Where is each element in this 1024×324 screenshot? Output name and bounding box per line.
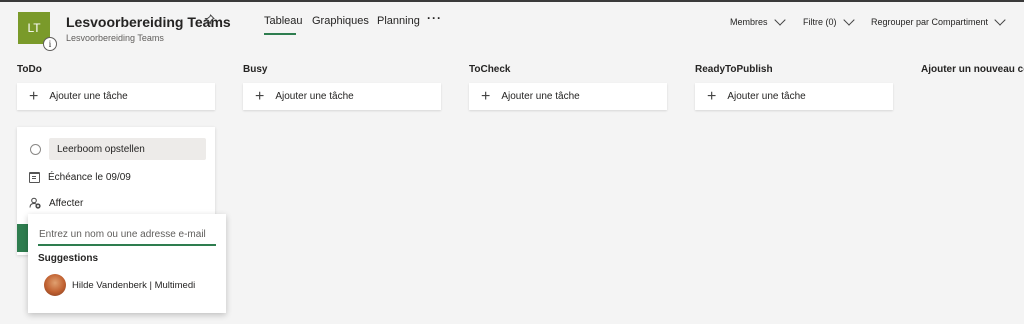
avatar [44,274,66,296]
add-bucket-button[interactable]: Ajouter un nouveau con [921,64,1024,75]
assign-label: Affecter [49,197,84,209]
due-date-button[interactable]: Échéance le 09/09 [29,172,131,183]
group-by-label: Regrouper par Compartiment [871,17,989,27]
chevron-down-icon [994,14,1006,26]
tab-board[interactable]: Tableau [264,15,303,27]
assign-people-popup: Suggestions Hilde Vandenberk | Multimedi [28,214,226,313]
members-label: Membres [730,17,768,27]
add-task-label: Ajouter une tâche [727,91,806,102]
plus-icon: + [481,87,491,105]
suggestion-name: Hilde Vandenberk | Multimedi [72,279,196,291]
chevron-down-icon [773,14,786,26]
bucket-title-busy[interactable]: Busy [243,64,267,75]
bucket-title-todo[interactable]: ToDo [17,64,42,75]
due-date-label: Échéance le 09/09 [48,172,131,183]
add-task-button[interactable]: + Ajouter une tâche [243,83,441,110]
chevron-down-icon [842,14,855,26]
suggestion-item[interactable]: Hilde Vandenberk | Multimedi [44,274,195,296]
plus-icon: + [29,87,39,105]
filter-dropdown[interactable]: Filtre (0) [803,14,855,27]
add-task-button[interactable]: + Ajouter une tâche [695,83,893,110]
more-options-icon[interactable]: ··· [427,11,442,25]
add-task-label: Ajouter une tâche [501,91,580,102]
tab-charts[interactable]: Graphiques [312,15,369,27]
plan-subtitle[interactable]: Lesvoorbereiding Teams [66,33,164,43]
plus-icon: + [707,87,717,105]
add-task-label: Ajouter une tâche [49,91,128,102]
bucket-title-tocheck[interactable]: ToCheck [469,64,511,75]
tab-schedule[interactable]: Planning [377,15,420,27]
add-task-button[interactable]: + Ajouter une tâche [17,83,215,110]
assign-button[interactable]: Affecter [29,197,83,209]
filter-label: Filtre (0) [803,17,837,27]
calendar-icon [29,172,40,183]
suggestions-heading: Suggestions [38,253,99,264]
tab-active-indicator [264,33,296,35]
members-dropdown[interactable]: Membres [730,14,786,27]
add-task-button[interactable]: + Ajouter une tâche [469,83,667,110]
plan-header: LT i Lesvoorbereiding Teams Lesvoorberei… [0,2,1024,51]
group-by-dropdown[interactable]: Regrouper par Compartiment [871,14,1006,27]
plus-icon: + [255,87,265,105]
add-task-submit-button[interactable] [17,224,28,252]
add-task-label: Ajouter une tâche [275,91,354,102]
bucket-title-readytopublish[interactable]: ReadyToPublish [695,64,773,75]
assignee-search-input[interactable] [38,224,216,246]
complete-task-radio[interactable] [30,144,41,155]
task-name-input[interactable]: Leerboom opstellen [49,138,206,160]
info-icon[interactable]: i [43,37,57,51]
assign-person-icon [29,197,41,209]
pin-icon[interactable] [203,14,215,26]
